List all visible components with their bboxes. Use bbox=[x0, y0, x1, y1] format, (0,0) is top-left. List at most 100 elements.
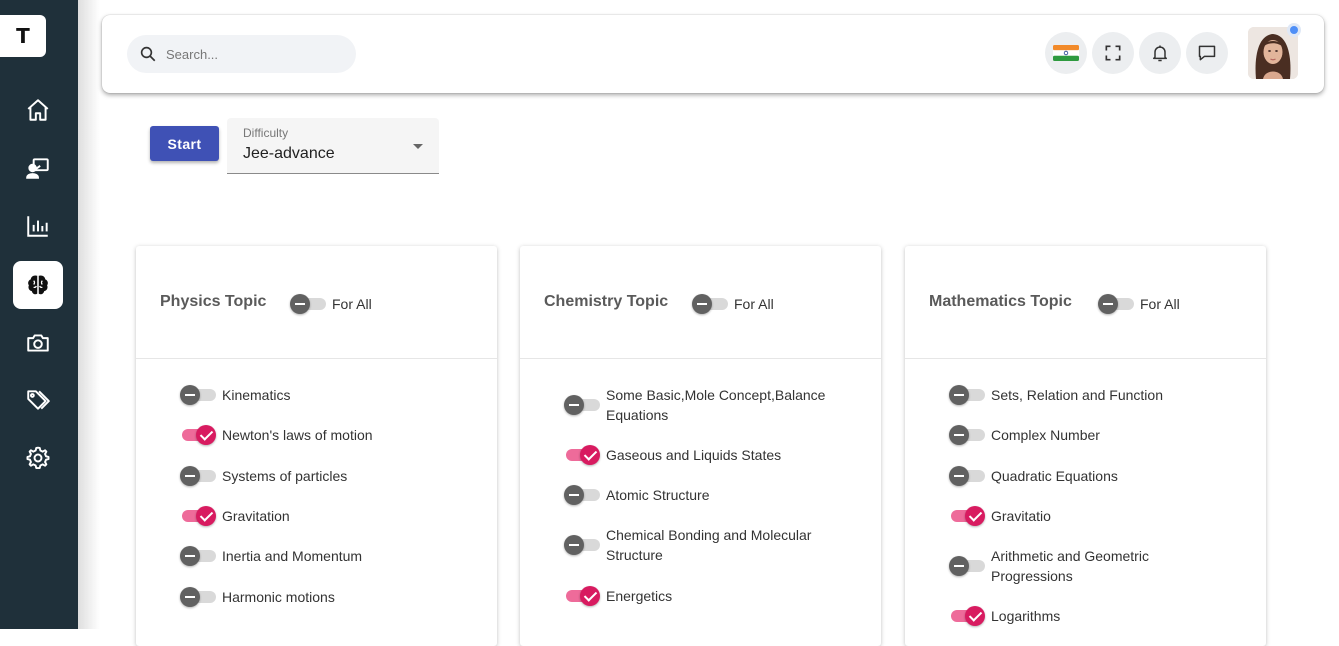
sidebar-item-home[interactable] bbox=[13, 86, 63, 134]
topic-toggle[interactable] bbox=[564, 534, 602, 556]
topic-label: Energetics bbox=[606, 588, 673, 604]
topic-toggle[interactable] bbox=[564, 585, 602, 607]
topic-row: Harmonic motions bbox=[180, 586, 470, 608]
topic-row: Energetics bbox=[564, 585, 854, 607]
topic-label: Chemical Bonding and Molecular Structure bbox=[606, 527, 812, 563]
sidebar-shadow bbox=[78, 0, 100, 629]
sidebar-item-classroom[interactable] bbox=[13, 144, 63, 192]
topic-row: Gravitatio bbox=[949, 505, 1239, 527]
topic-row: Chemical Bonding and Molecular Structure bbox=[564, 525, 854, 565]
topic-label: Some Basic,Mole Concept,Balance Equation… bbox=[606, 387, 826, 423]
topic-toggle[interactable] bbox=[180, 545, 218, 567]
topic-toggle[interactable] bbox=[949, 555, 987, 577]
card-title: Chemistry Topic bbox=[544, 293, 669, 310]
topic-label: Systems of particles bbox=[222, 468, 348, 484]
sidebar-item-camera[interactable] bbox=[13, 319, 63, 367]
topic-row: Quadratic Equations bbox=[949, 465, 1239, 487]
mathematics-topic-card: Mathematics Topic For All Sets, Relation… bbox=[905, 246, 1266, 646]
topic-label: Newton's laws of motion bbox=[222, 427, 373, 443]
topic-row: Sets, Relation and Function bbox=[949, 384, 1239, 406]
topic-row: Some Basic,Mole Concept,Balance Equation… bbox=[564, 385, 854, 425]
topic-row: Gaseous and Liquids States bbox=[564, 444, 854, 466]
avatar-image bbox=[1248, 27, 1298, 79]
topic-toggle[interactable] bbox=[180, 465, 218, 487]
topic-label: Kinematics bbox=[222, 387, 291, 403]
topic-toggle[interactable] bbox=[949, 384, 987, 406]
sidebar-item-brain[interactable] bbox=[13, 261, 63, 309]
topic-row: Inertia and Momentum bbox=[180, 545, 470, 567]
difficulty-select[interactable]: Difficulty Jee-advance bbox=[227, 118, 439, 174]
for-all-toggle[interactable] bbox=[290, 293, 328, 315]
search-icon bbox=[140, 46, 156, 62]
topic-row: Complex Number bbox=[949, 424, 1239, 446]
chat-icon bbox=[1198, 45, 1216, 61]
start-button[interactable]: Start bbox=[150, 126, 219, 161]
topic-label: Gaseous and Liquids States bbox=[606, 447, 782, 463]
topic-label: Complex Number bbox=[991, 427, 1100, 443]
topic-toggle[interactable] bbox=[564, 484, 602, 506]
topic-toggle[interactable] bbox=[564, 394, 602, 416]
topic-row: Gravitation bbox=[180, 505, 470, 527]
notifications-button[interactable] bbox=[1139, 32, 1181, 74]
camera-icon bbox=[27, 334, 49, 352]
fullscreen-button[interactable] bbox=[1092, 32, 1134, 74]
card-title: Physics Topic bbox=[160, 293, 267, 310]
for-all-label: For All bbox=[1140, 296, 1180, 312]
topic-toggle[interactable] bbox=[180, 586, 218, 608]
bell-icon bbox=[1153, 45, 1167, 62]
classroom-icon bbox=[26, 158, 49, 179]
topic-label: Quadratic Equations bbox=[991, 468, 1118, 484]
physics-topic-card: Physics Topic For All Kinematics Newton'… bbox=[136, 246, 497, 646]
topic-toggle[interactable] bbox=[180, 505, 218, 527]
search-input[interactable] bbox=[166, 46, 346, 62]
topic-label: Sets, Relation and Function bbox=[991, 387, 1163, 403]
topic-toggle[interactable] bbox=[564, 444, 602, 466]
topic-label: Inertia and Momentum bbox=[222, 548, 363, 564]
language-button[interactable] bbox=[1045, 32, 1087, 74]
topic-toggle[interactable] bbox=[180, 384, 218, 406]
tags-icon bbox=[27, 390, 50, 410]
for-all-label: For All bbox=[332, 296, 372, 312]
for-all-toggle[interactable] bbox=[1098, 293, 1136, 315]
difficulty-label: Difficulty bbox=[243, 126, 289, 140]
topic-toggle[interactable] bbox=[180, 424, 218, 446]
for-all-label: For All bbox=[734, 296, 774, 312]
topic-toggle[interactable] bbox=[949, 424, 987, 446]
difficulty-value: Jee-advance bbox=[243, 145, 335, 162]
sidebar: T bbox=[0, 0, 78, 629]
messages-button[interactable] bbox=[1186, 32, 1228, 74]
card-header: Mathematics Topic For All bbox=[905, 246, 1266, 359]
dropdown-arrow-icon bbox=[413, 144, 423, 149]
for-all-toggle[interactable] bbox=[692, 293, 730, 315]
analytics-icon bbox=[27, 216, 48, 237]
sidebar-item-settings[interactable] bbox=[13, 434, 63, 482]
card-header: Chemistry Topic For All bbox=[520, 246, 881, 359]
topic-label: Atomic Structure bbox=[606, 487, 710, 503]
topic-label: Gravitatio bbox=[991, 508, 1051, 524]
search-box[interactable] bbox=[127, 35, 356, 73]
online-status-dot bbox=[1290, 26, 1298, 34]
brain-icon bbox=[28, 275, 48, 295]
topic-label: Gravitation bbox=[222, 508, 290, 524]
sidebar-item-analytics[interactable] bbox=[13, 202, 63, 250]
for-all-toggle-row: For All bbox=[692, 293, 774, 315]
topic-toggle[interactable] bbox=[949, 605, 987, 627]
for-all-toggle-row: For All bbox=[290, 293, 372, 315]
user-avatar[interactable] bbox=[1248, 27, 1298, 79]
app-logo[interactable]: T bbox=[0, 15, 46, 57]
card-title: Mathematics Topic bbox=[929, 293, 1072, 310]
fullscreen-icon bbox=[1105, 45, 1121, 61]
topic-toggle[interactable] bbox=[949, 465, 987, 487]
topic-row: Logarithms bbox=[949, 605, 1239, 627]
topic-row: Newton's laws of motion bbox=[180, 424, 470, 446]
sidebar-item-tags[interactable] bbox=[13, 376, 63, 424]
topic-label: Arithmetic and Geometric Progressions bbox=[991, 548, 1149, 584]
india-flag-icon bbox=[1053, 45, 1079, 61]
topic-row: Arithmetic and Geometric Progressions bbox=[949, 546, 1239, 586]
topic-row: Kinematics bbox=[180, 384, 470, 406]
card-header: Physics Topic For All bbox=[136, 246, 497, 359]
for-all-toggle-row: For All bbox=[1098, 293, 1180, 315]
topic-toggle[interactable] bbox=[949, 505, 987, 527]
topic-row: Systems of particles bbox=[180, 465, 470, 487]
topic-row: Atomic Structure bbox=[564, 484, 854, 506]
